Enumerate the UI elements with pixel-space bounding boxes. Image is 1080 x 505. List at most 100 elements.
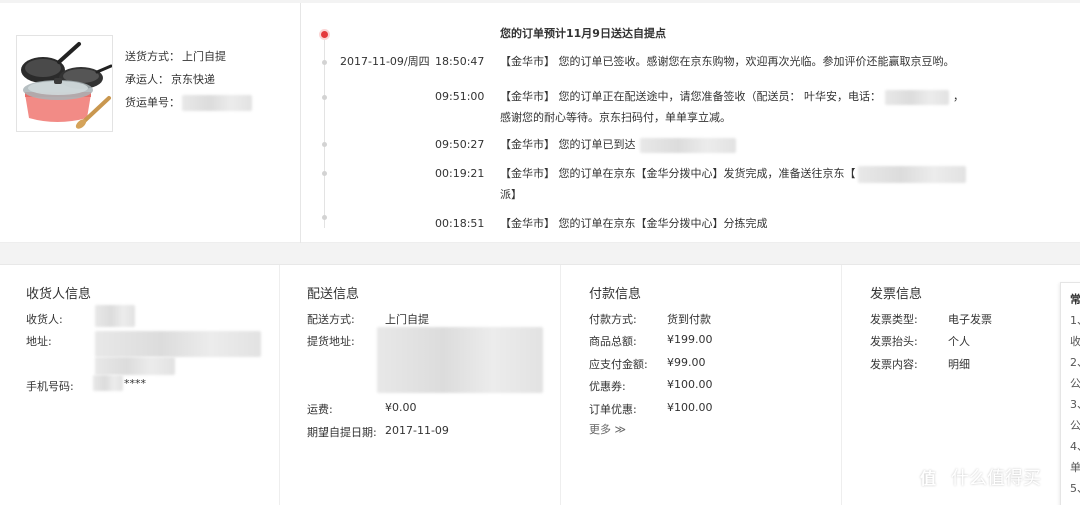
coupon-label: 优惠券: [589,380,626,393]
receiver-name-redacted [95,305,135,327]
receiver-address-redacted-2 [95,357,175,375]
goods-total-label: 商品总额: [589,335,637,348]
order-discount-row: 订单优惠: ¥100.00 [589,401,713,417]
entry-message-line2: 派】 [500,188,522,201]
faq-line: 公 [1070,377,1080,390]
faq-side-card[interactable]: 常 1、 收 2、 公 3、 公 4、 单 5、 [1060,282,1080,505]
invoice-content-label: 发票内容: [870,358,918,371]
amount-due-label: 应支付金额: [589,358,648,371]
pickup-address-row: 提货地址: [307,333,355,349]
faq-line: 公 [1070,419,1080,432]
receiver-name-row: 收货人: [26,311,63,327]
goods-total-row: 商品总额: ¥199.00 [589,333,713,349]
watermark-logo-icon: 值 [913,462,943,492]
amount-due-value: ¥99.00 [667,356,706,369]
entry-time: 09:50:27 [435,138,485,151]
invoice-content-row: 发票内容: 明细 [870,356,970,372]
delivery-fee-row: 运费: ¥0.00 [307,401,417,417]
faq-line: 收 [1070,335,1080,348]
coupon-value: ¥100.00 [667,378,713,391]
invoice-type-label: 发票类型: [870,313,918,326]
delivery-info: 配送信息 配送方式: 上门自提 提货地址: 运费: ¥0.00 期望自提日期: … [280,265,561,505]
order-discount-label: 订单优惠: [589,403,637,416]
carrier-value: 京东快递 [171,73,215,86]
entry-message: 【金华市】 您的订单在京东【金华分拨中心】发货完成，准备送往京东【 派】 [500,163,990,205]
coupon-row: 优惠券: ¥100.00 [589,378,713,394]
receiver-title: 收货人信息 [26,287,92,302]
goods-total-value: ¥199.00 [667,333,713,346]
cookware-image [17,36,112,131]
entry-message: 【金华市】 您的订单已签收。感谢您在京东购物，欢迎再次光临。参加评价还能赢取京豆… [500,55,955,68]
order-tracking-panel: 送货方式： 上门自提 承运人： 京东快递 货运单号： 您的订单预计11月9日送达自提… [0,3,1080,243]
timeline-dot [322,215,327,220]
delivery-title: 配送信息 [307,287,360,302]
shipping-method-value: 上门自提 [182,50,226,63]
entry-message-line2: 感谢您的耐心等待。京东扫码付，单单享立减。 [500,111,731,124]
timeline-dot-current [321,31,328,38]
delivery-method-label: 配送方式: [307,313,355,326]
payment-info: 付款信息 付款方式: 货到付款 商品总额: ¥199.00 应支付金额: ¥99… [561,265,842,505]
order-discount-value: ¥100.00 [667,401,713,414]
receiver-address-label: 地址: [26,335,52,348]
waybill-row: 货运单号： [125,91,252,114]
invoice-header-row: 发票抬头: 个人 [870,333,970,349]
payment-method-value: 货到付款 [667,313,711,326]
receiver-phone-suffix: **** [124,377,146,390]
shipping-method-row: 送货方式： 上门自提 [125,45,252,68]
shipment-summary: 送货方式： 上门自提 承运人： 京东快递 货运单号： [0,3,301,243]
receiver-address-redacted [95,331,261,357]
timeline-dot [322,171,327,176]
receiver-phone-row: 手机号码: [26,378,74,394]
receiver-phone-label: 手机号码: [26,380,74,393]
faq-line: 1、 [1070,314,1080,327]
receiver-name-label: 收货人: [26,313,63,326]
pickup-date-value: 2017-11-09 [385,424,449,437]
invoice-header-value: 个人 [948,335,970,348]
invoice-type-row: 发票类型: 电子发票 [870,311,992,327]
station-name-redacted [639,137,736,153]
shipping-method-label: 送货方式： [125,50,180,63]
receiver-phone-redacted [93,375,123,391]
destination-redacted [857,165,966,183]
faq-line: 3、 [1070,398,1080,411]
courier-phone-redacted [885,89,949,105]
entry-time: 09:51:00 [435,90,485,103]
delivery-fee-label: 运费: [307,403,333,416]
pickup-date-row: 期望自提日期: 2017-11-09 [307,424,449,440]
pickup-date-label: 期望自提日期: [307,426,377,439]
pickup-address-redacted [377,327,543,393]
waybill-label: 货运单号： [125,96,180,109]
amount-due-row: 应支付金额: ¥99.00 [589,356,706,372]
receiver-info: 收货人信息 收货人: 地址: 手机号码: **** [0,265,280,505]
invoice-type-value: 电子发票 [948,313,992,326]
shipping-details: 送货方式： 上门自提 承运人： 京东快递 货运单号： [125,45,252,114]
timeline-dot [322,60,327,65]
tracking-timeline: 您的订单预计11月9日送达自提点 2017-11-09/周四 18:50:47 … [310,3,1080,228]
tracking-title: 您的订单预计11月9日送达自提点 [500,27,666,40]
carrier-label: 承运人： [125,73,169,86]
delivery-method-row: 配送方式: 上门自提 [307,311,429,327]
delivery-fee-value: ¥0.00 [385,401,417,414]
timeline-dot [322,142,327,147]
product-image[interactable] [16,35,113,132]
smzdm-watermark: 值 什么值得买 [913,462,1041,492]
timeline-dot [322,95,327,100]
entry-date: 2017-11-09/周四 [340,55,430,68]
invoice-content-value: 明细 [948,358,970,371]
entry-message: 【金华市】 您的订单在京东【金华分拨中心】分拣完成 [500,217,768,228]
faq-title: 常 [1070,293,1080,306]
waybill-number-redacted [182,95,252,111]
entry-time: 00:18:51 [435,217,485,228]
carrier-row: 承运人： 京东快递 [125,68,252,91]
invoice-header-label: 发票抬头: [870,335,918,348]
faq-line: 5、 [1070,482,1080,495]
entry-message: 【金华市】 您的订单正在配送途中，请您准备签收（配送员： 叶华安，电话： ， 感谢… [500,86,990,128]
entry-time: 00:19:21 [435,167,485,180]
entry-message: 【金华市】 您的订单已到达 [500,134,990,155]
payment-method-row: 付款方式: 货到付款 [589,311,711,327]
more-link[interactable]: 更多 ≫ [589,421,626,437]
entry-message-tail: ， [953,90,964,103]
entry-message-text: 【金华市】 您的订单正在配送途中，请您准备签收（配送员： 叶华安，电话： [500,90,881,103]
payment-method-label: 付款方式: [589,313,637,326]
entry-message-text: 【金华市】 您的订单在京东【金华分拨中心】发货完成，准备送往京东【 [500,167,856,180]
